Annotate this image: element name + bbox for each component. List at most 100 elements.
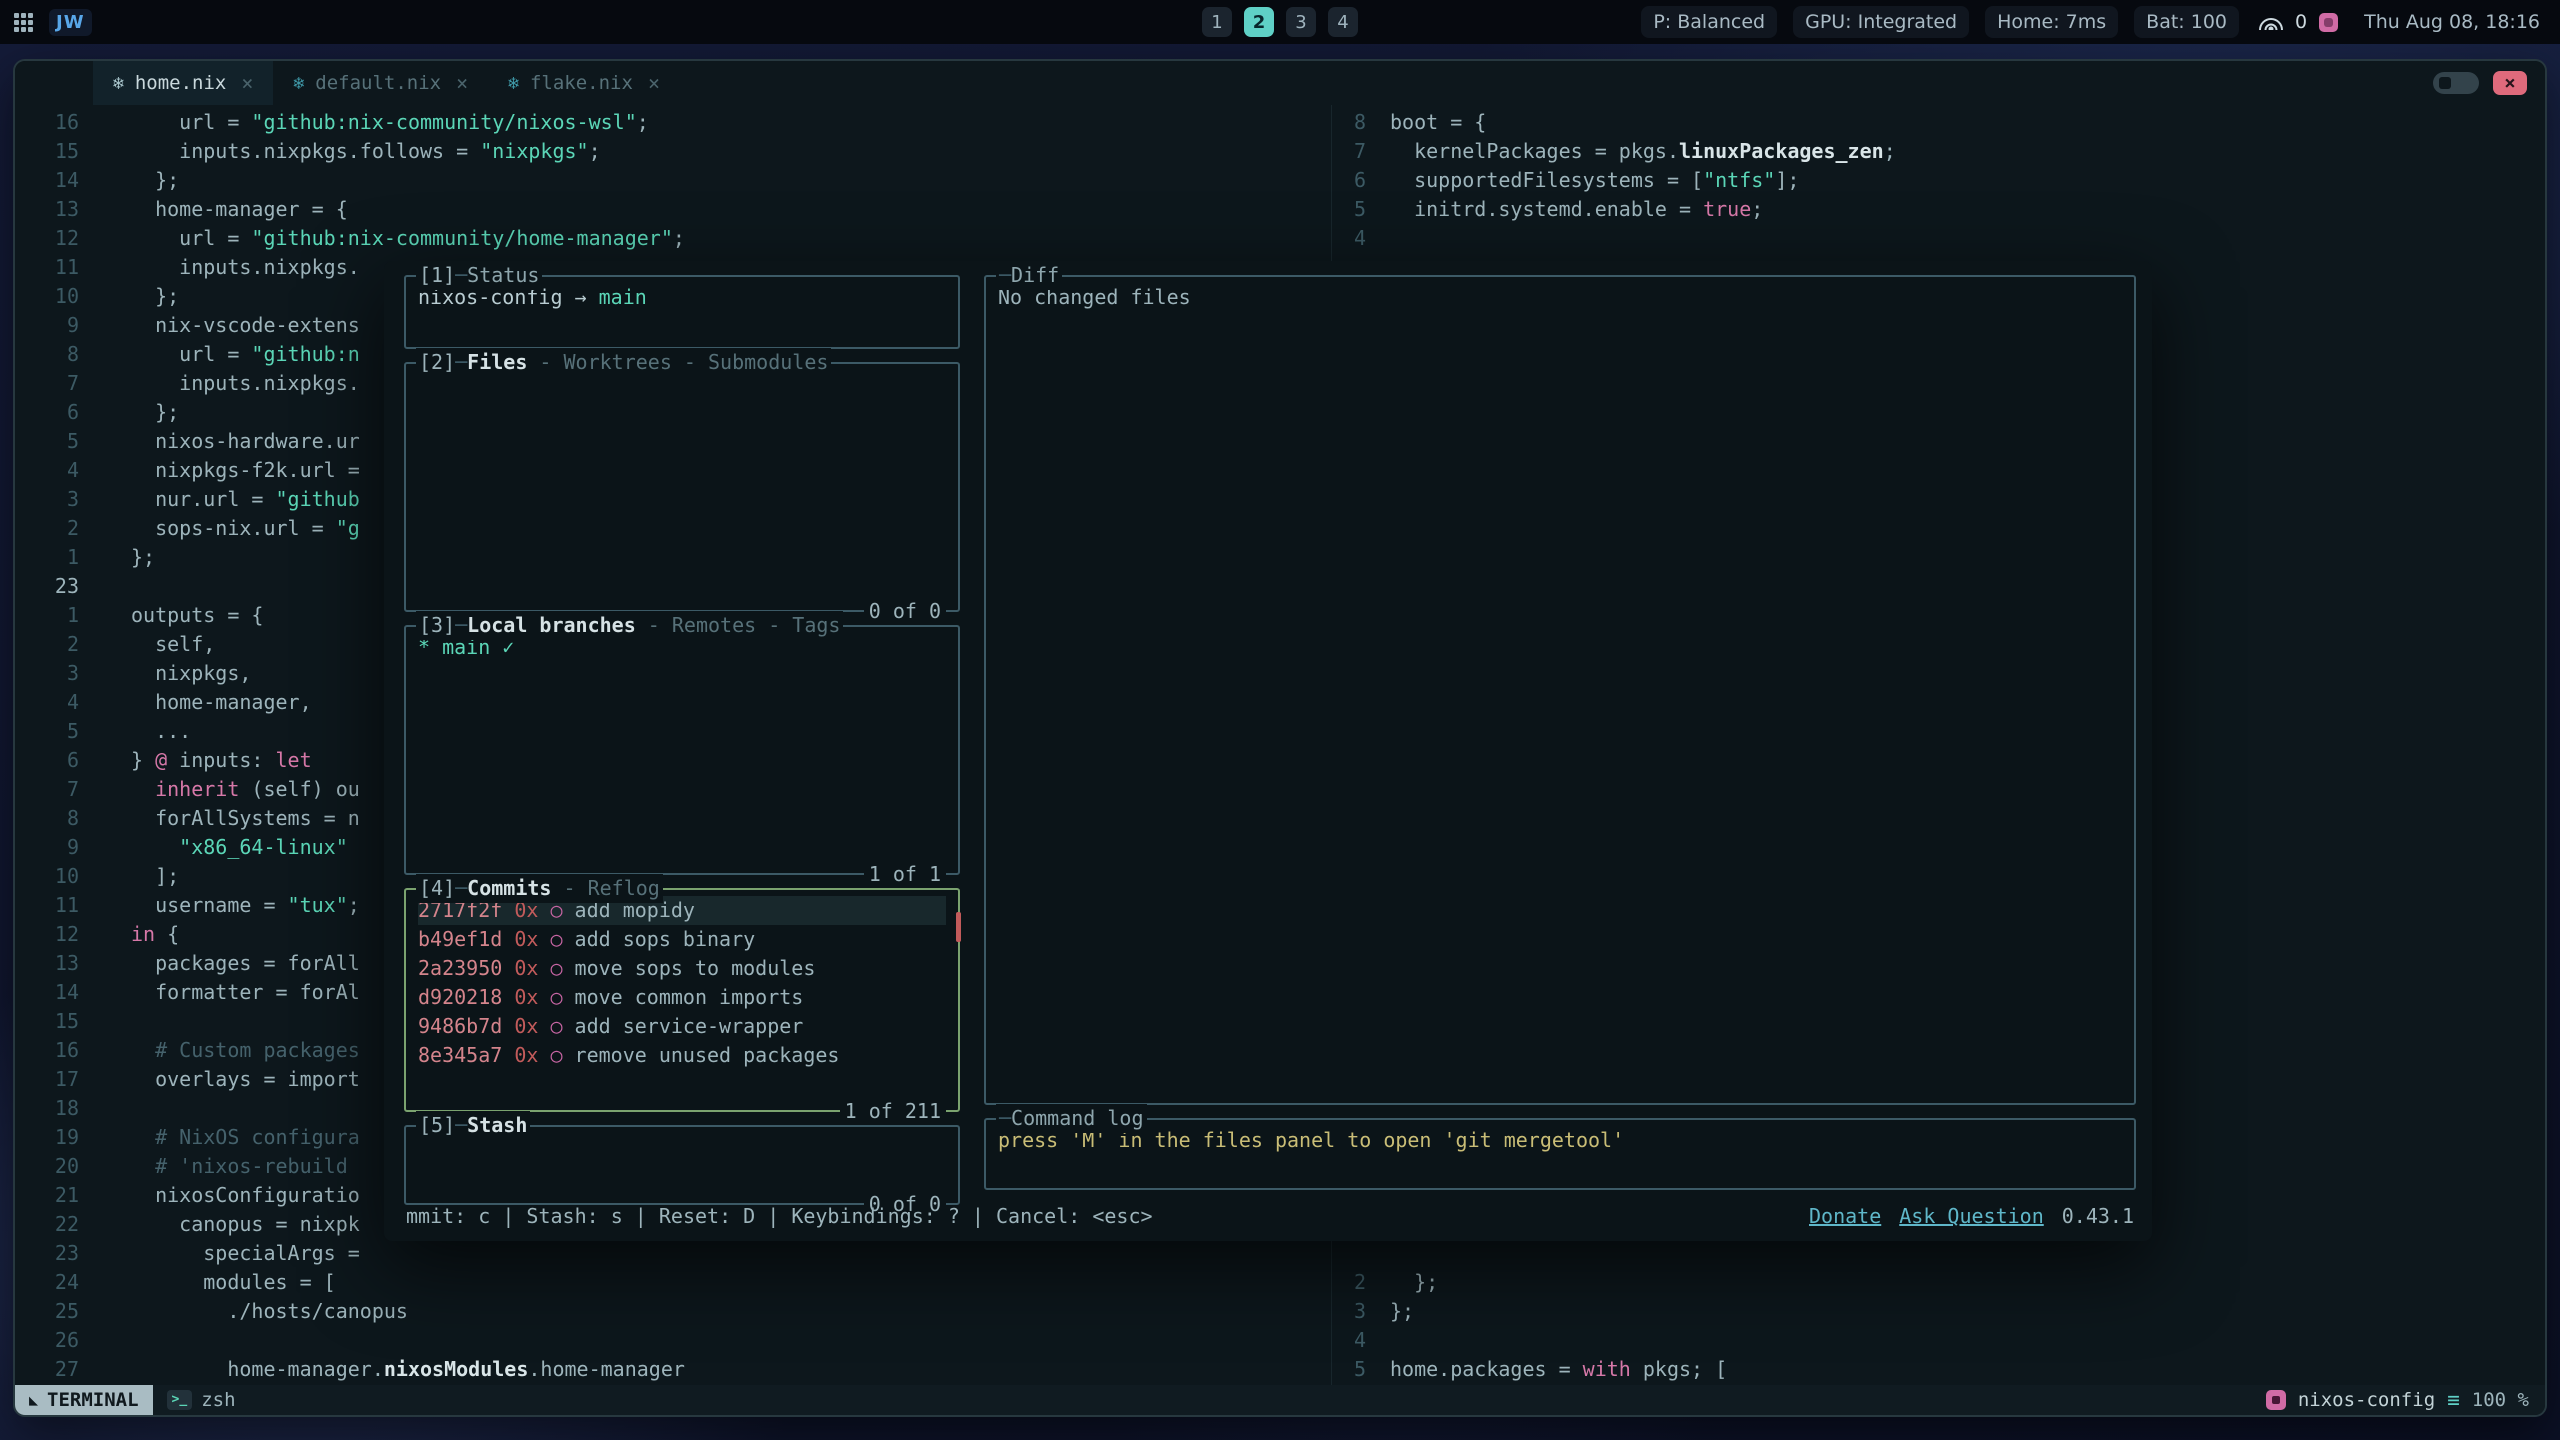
code-line: 6 supportedFilesystems = ["ntfs"]; — [1332, 166, 2545, 195]
code-text: kernelPackages = pkgs.linuxPackages_zen; — [1366, 137, 1896, 166]
code-text: url = "github:nix-community/nixos-wsl"; — [79, 108, 649, 137]
line-number: 17 — [15, 1065, 79, 1094]
wifi-icon[interactable] — [2259, 14, 2283, 30]
code-line: 14 }; — [15, 166, 1331, 195]
line-number: 2 — [15, 514, 79, 543]
code-text: boot = { — [1366, 108, 1486, 137]
code-line: 3}; — [1332, 1297, 2545, 1326]
commits-scrollbar[interactable] — [956, 912, 961, 942]
line-number: 4 — [1332, 1326, 1366, 1355]
window-close-button[interactable]: × — [2493, 71, 2527, 95]
code-text: nixpkgs-f2k.url = — [79, 456, 360, 485]
line-number: 6 — [1332, 166, 1366, 195]
code-line: 15 inputs.nixpkgs.follows = "nixpkgs"; — [15, 137, 1331, 166]
repo-icon — [2266, 1390, 2286, 1410]
line-number: 2 — [15, 630, 79, 659]
diff-panel-body: No changed files — [986, 277, 2134, 318]
workspace-4[interactable]: 4 — [1328, 7, 1358, 37]
tab-close-icon[interactable]: × — [648, 71, 660, 95]
battery-module[interactable]: Bat: 100 — [2134, 6, 2239, 38]
workspace-3[interactable]: 3 — [1286, 7, 1316, 37]
ask-question-link[interactable]: Ask Question — [1899, 1204, 2044, 1228]
line-number: 14 — [15, 166, 79, 195]
code-text — [1366, 224, 1390, 253]
line-number: 13 — [15, 949, 79, 978]
lazygit-branches-panel[interactable]: [3]─Local branches - Remotes - Tags * ma… — [404, 625, 960, 875]
line-number: 3 — [1332, 1297, 1366, 1326]
lazygit-status-panel[interactable]: [1]─Status nixos-config → main — [404, 275, 960, 349]
lazygit-commits-panel[interactable]: [4]─Commits - Reflog 2717f2f 0x ○ add mo… — [404, 888, 960, 1112]
line-number: 15 — [15, 1007, 79, 1036]
line-number: 23 — [15, 572, 79, 601]
terminal-prompt-icon: >_ — [167, 1390, 193, 1410]
line-number: 16 — [15, 1036, 79, 1065]
lazygit-diff-panel[interactable]: ─Diff No changed files — [984, 275, 2136, 1105]
code-text: sops-nix.url = "g — [79, 514, 360, 543]
code-line: 8boot = { — [1332, 108, 2545, 137]
code-line: 24 modules = [ — [15, 1268, 1331, 1297]
tab-close-icon[interactable]: × — [456, 71, 468, 95]
lazygit-stash-panel[interactable]: [5]─Stash 0 of 0 — [404, 1125, 960, 1205]
home-latency-module[interactable]: Home: 7ms — [1985, 6, 2118, 38]
keybindings-hint: mmit: c | Stash: s | Reset: D | Keybindi… — [406, 1202, 1153, 1231]
clock[interactable]: Thu Aug 08, 18:16 — [2358, 6, 2546, 38]
code-text: inputs.nixpkgs. — [79, 369, 360, 398]
power-profile-module[interactable]: P: Balanced — [1641, 6, 1777, 38]
line-number: 22 — [15, 1210, 79, 1239]
line-number: 12 — [15, 920, 79, 949]
workspace-1[interactable]: 1 — [1202, 7, 1232, 37]
commit-list: 2717f2f 0x ○ add mopidyb49ef1d 0x ○ add … — [406, 890, 958, 1076]
lazygit-version: 0.43.1 — [2062, 1204, 2134, 1228]
line-number: 14 — [15, 978, 79, 1007]
commit-row[interactable]: 8e345a7 0x ○ remove unused packages — [418, 1041, 946, 1070]
line-number: 7 — [15, 369, 79, 398]
workspaces: 1234 — [1202, 7, 1358, 37]
line-number: 18 — [15, 1094, 79, 1123]
code-text: initrd.systemd.enable = true; — [1366, 195, 1763, 224]
scroll-percent: 100 % — [2472, 1389, 2529, 1411]
code-line: 23 specialArgs = — [15, 1239, 1331, 1268]
code-text: ./hosts/canopus — [79, 1297, 408, 1326]
tab-home.nix[interactable]: ❄home.nix× — [93, 61, 273, 105]
status-panel-title: [1]─Status — [416, 261, 542, 290]
donate-link[interactable]: Donate — [1809, 1204, 1881, 1228]
lazygit-right-column: ─Diff No changed files ─Command log pres… — [984, 275, 2136, 1190]
tab-close-icon[interactable]: × — [241, 71, 253, 95]
notification-count[interactable]: 0 — [2295, 11, 2307, 33]
commits-count: 1 of 211 — [840, 1097, 946, 1126]
apps-grid-icon[interactable] — [14, 13, 33, 32]
code-text: forAllSystems = n — [79, 804, 360, 833]
lazygit-command-log-panel[interactable]: ─Command log press 'M' in the files pane… — [984, 1118, 2136, 1190]
commit-row[interactable]: d920218 0x ○ move common imports — [418, 983, 946, 1012]
tab-list: ❄home.nix×❄default.nix×❄flake.nix× — [93, 61, 680, 105]
code-text: specialArgs = — [79, 1239, 360, 1268]
commit-row[interactable]: 2a23950 0x ○ move sops to modules — [418, 954, 946, 983]
tab-flake.nix[interactable]: ❄flake.nix× — [488, 61, 680, 105]
code-text: inputs.nixpkgs.follows = "nixpkgs"; — [79, 137, 601, 166]
line-number: 11 — [15, 253, 79, 282]
line-number: 5 — [1332, 1355, 1366, 1384]
repo-name: nixos-config — [2298, 1389, 2435, 1411]
pin-toggle[interactable] — [2433, 72, 2479, 94]
code-line: 5home.packages = with pkgs; [ — [1332, 1355, 2545, 1384]
color-picker-icon[interactable] — [2319, 13, 2338, 32]
tab-default.nix[interactable]: ❄default.nix× — [273, 61, 488, 105]
code-text: inherit (self) ou — [79, 775, 360, 804]
code-text: packages = forAll — [79, 949, 360, 978]
code-line: 4 — [1332, 1326, 2545, 1355]
commit-row[interactable]: b49ef1d 0x ○ add sops binary — [418, 925, 946, 954]
commit-row[interactable]: 9486b7d 0x ○ add service-wrapper — [418, 1012, 946, 1041]
workspace-2[interactable]: 2 — [1244, 7, 1274, 37]
lazygit-files-panel[interactable]: [2]─Files - Worktrees - Submodules 0 of … — [404, 362, 960, 612]
line-number: 4 — [15, 688, 79, 717]
line-number: 10 — [15, 862, 79, 891]
gpu-module[interactable]: GPU: Integrated — [1793, 6, 1969, 38]
line-number: 8 — [15, 340, 79, 369]
nix-snowflake-icon: ❄ — [293, 73, 304, 94]
tab-label: home.nix — [135, 72, 227, 94]
mode-label: TERMINAL — [47, 1389, 139, 1411]
logo-badge: JW — [49, 9, 92, 36]
line-number: 24 — [15, 1268, 79, 1297]
line-number: 5 — [15, 427, 79, 456]
line-number: 12 — [15, 224, 79, 253]
